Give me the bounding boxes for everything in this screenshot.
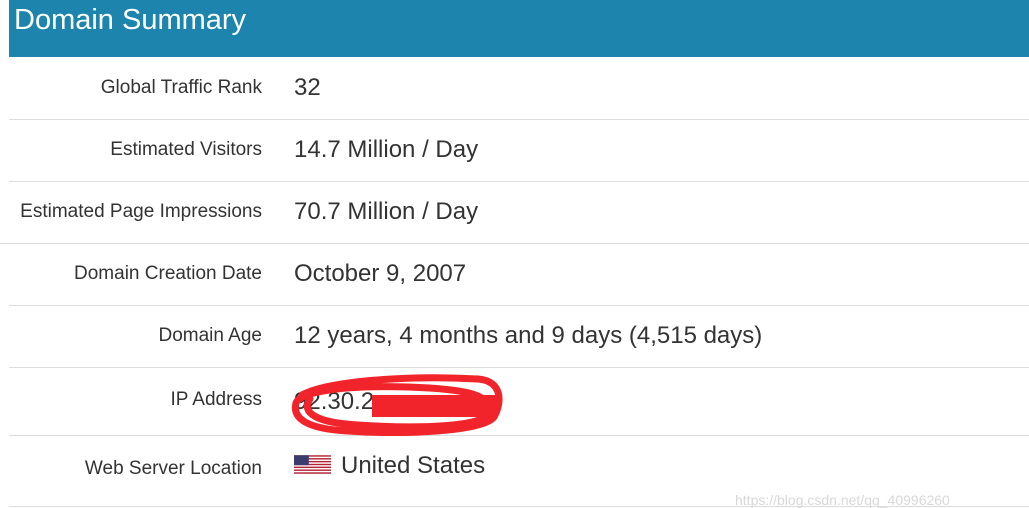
row-ip-address: IP Address 92.30.2 (9, 367, 1029, 436)
row-value: 32 (294, 74, 321, 101)
row-domain-creation-date: Domain Creation Date October 9, 2007 (9, 243, 1029, 306)
row-label: Web Server Location (84, 458, 262, 479)
page-title: Domain Summary (14, 4, 247, 36)
row-label: Domain Creation Date (74, 263, 262, 284)
row-label: Estimated Visitors (110, 139, 262, 160)
row-value: October 9, 2007 (294, 260, 467, 287)
row-value: 70.7 Million / Day (294, 198, 479, 225)
row-value: 12 years, 4 months and 9 days (4,515 day… (294, 322, 763, 349)
domain-summary-header: Domain Summary (9, 0, 1029, 57)
row-domain-age: Domain Age 12 years, 4 months and 9 days… (9, 305, 1029, 368)
row-label: Estimated Page Impressions (20, 201, 262, 222)
row-value: 14.7 Million / Day (294, 136, 479, 163)
location-text: United States (341, 452, 486, 479)
row-estimated-page-impressions: Estimated Page Impressions 70.7 Million … (0, 181, 1029, 244)
row-estimated-visitors: Estimated Visitors 14.7 Million / Day (9, 119, 1029, 182)
row-label: Domain Age (158, 325, 262, 346)
red-scribble-redaction (291, 374, 503, 436)
watermark: https://blog.csdn.net/qq_40996260 (735, 492, 950, 508)
row-label: IP Address (170, 389, 262, 410)
row-label: Global Traffic Rank (100, 77, 262, 98)
row-value: United States (294, 436, 485, 496)
row-global-traffic-rank: Global Traffic Rank 32 (9, 57, 1029, 120)
us-flag-icon (294, 455, 331, 474)
